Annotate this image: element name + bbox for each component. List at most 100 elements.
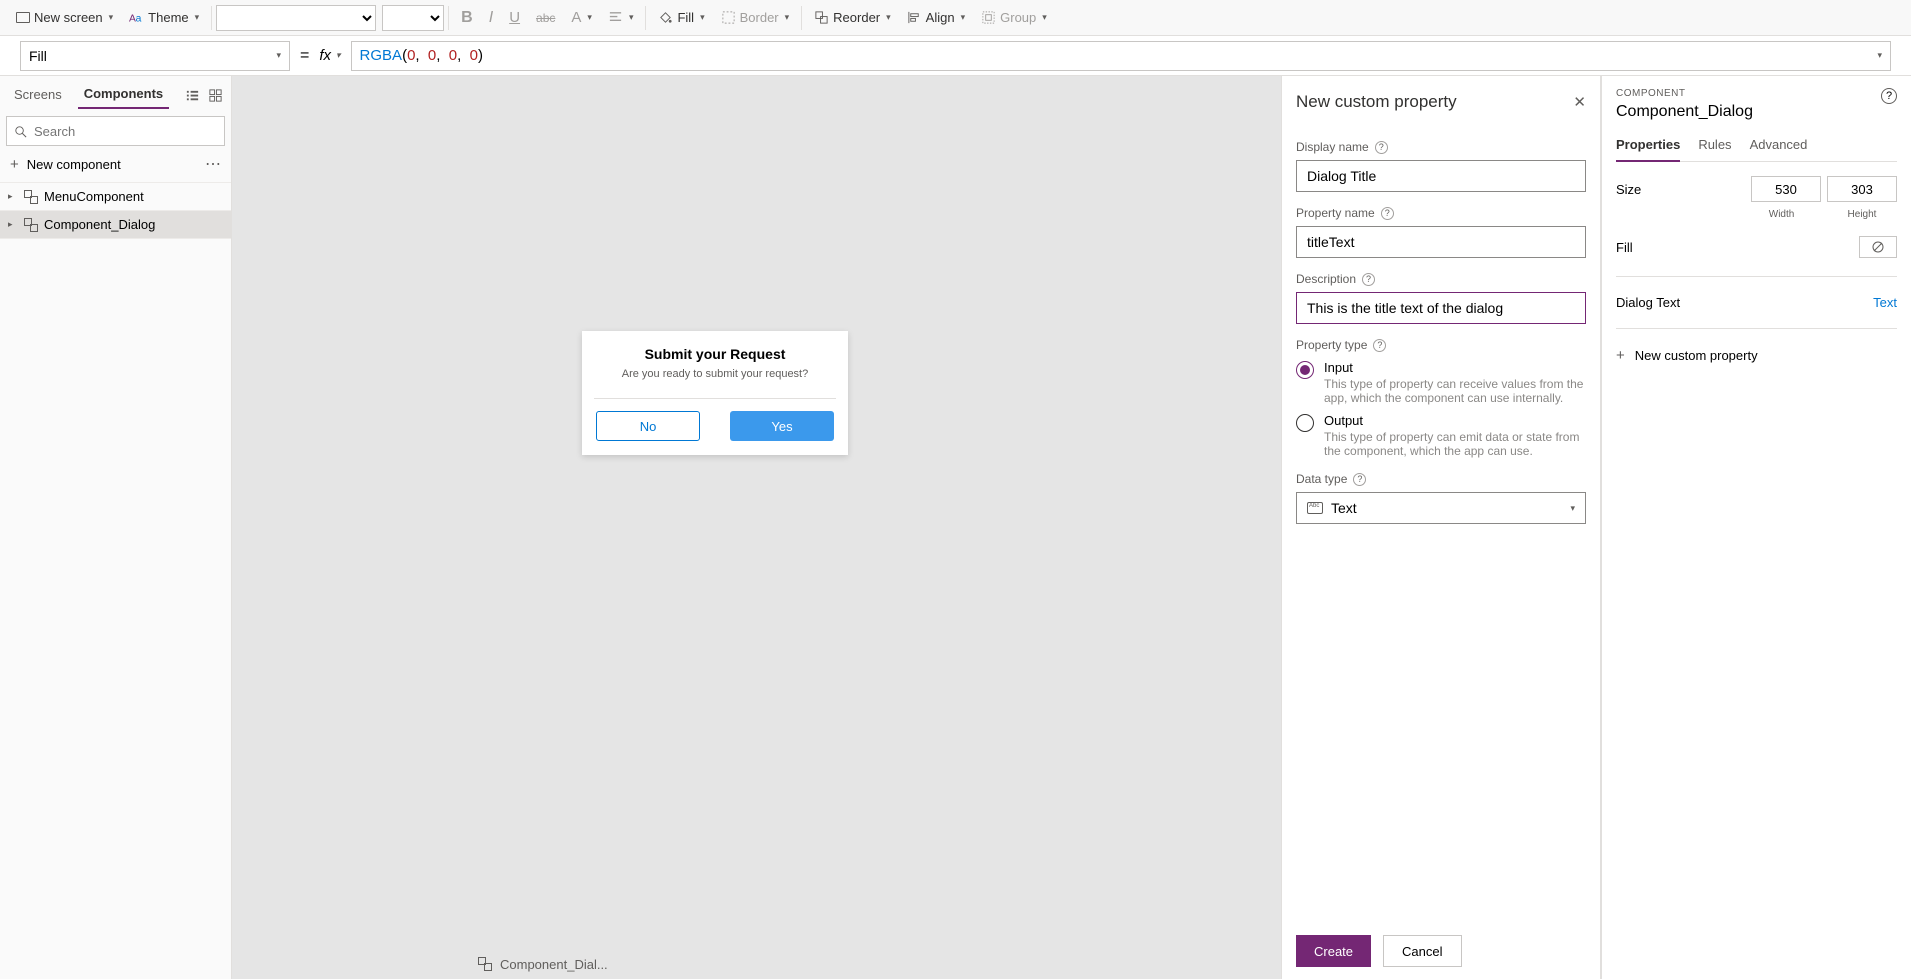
tab-rules[interactable]: Rules (1698, 137, 1731, 161)
radio-input-label: Input (1324, 360, 1586, 375)
fx-button[interactable]: fx ▾ (319, 47, 340, 64)
dialog-text-type[interactable]: Text (1873, 295, 1897, 310)
fill-icon (658, 10, 673, 25)
radio-output[interactable] (1296, 414, 1314, 432)
info-icon[interactable]: ? (1881, 88, 1897, 104)
dialog-yes-button[interactable]: Yes (730, 411, 834, 441)
new-custom-property-panel: New custom property ✕ Display name? Prop… (1281, 76, 1601, 979)
main-area: Screens Components + New component ⋯ ▸ M… (0, 76, 1911, 979)
font-family-select[interactable] (216, 5, 376, 31)
fill-button[interactable]: Fill ▾ (650, 4, 712, 32)
fill-label: Fill (677, 10, 694, 25)
tab-advanced[interactable]: Advanced (1750, 137, 1808, 161)
border-button[interactable]: Border ▾ (713, 4, 798, 32)
radio-input-option[interactable]: Input This type of property can receive … (1296, 360, 1586, 405)
chevron-down-icon: ▾ (336, 50, 341, 61)
component-section-label: COMPONENT (1616, 88, 1897, 99)
property-selector[interactable]: Fill ▾ (20, 41, 290, 71)
divider (594, 398, 836, 399)
more-icon[interactable]: ⋯ (205, 154, 221, 174)
chevron-right-icon[interactable]: ▸ (8, 219, 18, 230)
data-type-select[interactable]: Text ▾ (1296, 492, 1586, 524)
group-label: Group (1000, 10, 1036, 25)
reorder-button[interactable]: Reorder ▾ (806, 4, 899, 32)
canvas[interactable]: Submit your Request Are you ready to sub… (232, 76, 1281, 979)
property-name-input[interactable] (1296, 226, 1586, 258)
list-view-icon[interactable] (185, 88, 200, 103)
chevron-down-icon: ▾ (195, 12, 200, 23)
chevron-right-icon[interactable]: ▸ (8, 191, 18, 202)
component-icon (478, 957, 492, 971)
component-name: Component_Dialog (1616, 103, 1897, 121)
border-icon (721, 10, 736, 25)
theme-button[interactable]: Aa Theme ▾ (121, 4, 207, 32)
breadcrumb[interactable]: Component_Dial... (500, 957, 608, 972)
radio-input[interactable] (1296, 361, 1314, 379)
dialog-component-preview[interactable]: Submit your Request Are you ready to sub… (582, 331, 848, 455)
equals-label: = (300, 47, 309, 65)
search-box[interactable] (6, 116, 225, 146)
border-label: Border (740, 10, 779, 25)
height-sublabel: Height (1827, 209, 1897, 220)
help-icon[interactable]: ? (1353, 473, 1366, 486)
radio-output-option[interactable]: Output This type of property can emit da… (1296, 413, 1586, 458)
reorder-icon (814, 10, 829, 25)
tree-item-component-dialog[interactable]: ▸ Component_Dialog (0, 211, 231, 239)
help-icon[interactable]: ? (1375, 141, 1388, 154)
fx-label: fx (319, 47, 331, 64)
underline-button[interactable]: U (501, 4, 528, 32)
chevron-down-icon: ▾ (276, 50, 281, 61)
fill-row: Fill (1616, 236, 1897, 258)
tree-item-menucomponent[interactable]: ▸ MenuComponent (0, 183, 231, 211)
help-icon[interactable]: ? (1381, 207, 1394, 220)
tree-item-label: MenuComponent (44, 189, 144, 204)
tab-screens[interactable]: Screens (8, 83, 68, 108)
new-component-button[interactable]: + New component ⋯ (0, 146, 231, 183)
reorder-label: Reorder (833, 10, 880, 25)
bold-button[interactable]: B (453, 4, 481, 32)
chevron-down-icon[interactable]: ▾ (1877, 50, 1882, 61)
dialog-text-row[interactable]: Dialog Text Text (1616, 295, 1897, 310)
group-icon (981, 10, 996, 25)
tab-components[interactable]: Components (78, 82, 169, 109)
chevron-down-icon: ▾ (1570, 503, 1575, 514)
search-input[interactable] (34, 124, 218, 139)
separator (211, 6, 212, 30)
close-button[interactable]: ✕ (1573, 93, 1586, 111)
dialog-title: Submit your Request (592, 346, 838, 362)
data-type-value: Text (1331, 500, 1357, 516)
tree-view-pane: Screens Components + New component ⋯ ▸ M… (0, 76, 232, 979)
screen-icon (16, 12, 30, 23)
align-button[interactable]: Align ▾ (899, 4, 973, 32)
font-color-button[interactable]: A▾ (563, 4, 600, 32)
fill-swatch[interactable] (1859, 236, 1897, 258)
create-button[interactable]: Create (1296, 935, 1371, 967)
help-icon[interactable]: ? (1362, 273, 1375, 286)
align-obj-icon (907, 10, 922, 25)
strikethrough-button[interactable]: abc (528, 4, 563, 32)
theme-label: Theme (148, 10, 188, 25)
property-selector-value: Fill (29, 48, 47, 64)
formula-input[interactable]: RGBA(0, 0, 0, 0) ▾ (351, 41, 1891, 71)
font-size-select[interactable] (382, 5, 444, 31)
display-name-input[interactable] (1296, 160, 1586, 192)
radio-output-desc: This type of property can emit data or s… (1324, 430, 1586, 458)
new-custom-property-button[interactable]: + New custom property (1616, 347, 1897, 364)
tab-properties[interactable]: Properties (1616, 137, 1680, 162)
text-align-button[interactable]: ▾ (600, 4, 642, 32)
chevron-down-icon: ▾ (886, 12, 891, 23)
dialog-no-button[interactable]: No (596, 411, 700, 441)
divider (1616, 328, 1897, 329)
tree-item-label: Component_Dialog (44, 217, 155, 232)
help-icon[interactable]: ? (1373, 339, 1386, 352)
grid-view-icon[interactable] (208, 88, 223, 103)
width-input[interactable] (1751, 176, 1821, 202)
group-button[interactable]: Group ▾ (973, 4, 1055, 32)
description-input[interactable] (1296, 292, 1586, 324)
italic-button[interactable]: I (481, 4, 501, 32)
search-icon (13, 124, 28, 139)
plus-icon: + (10, 156, 19, 173)
cancel-button[interactable]: Cancel (1383, 935, 1461, 967)
height-input[interactable] (1827, 176, 1897, 202)
new-screen-button[interactable]: New screen ▾ (8, 4, 121, 32)
